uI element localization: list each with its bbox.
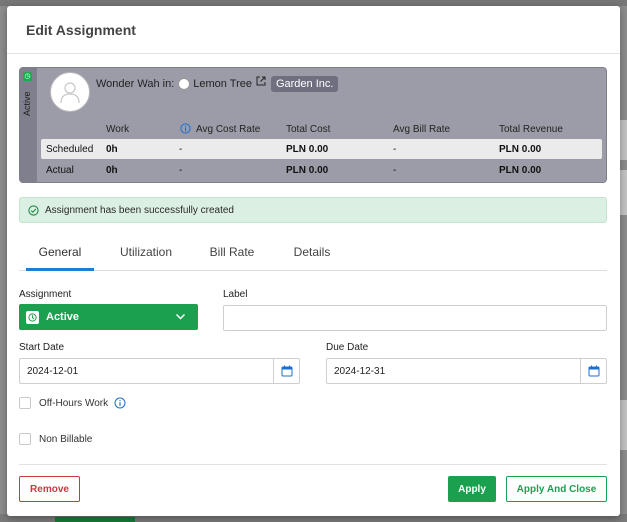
status-label: Active bbox=[22, 91, 32, 117]
remove-button[interactable]: Remove bbox=[19, 476, 80, 502]
row-work: 0h bbox=[106, 144, 118, 155]
off-hours-checkbox[interactable] bbox=[19, 397, 31, 409]
info-icon[interactable] bbox=[114, 397, 126, 409]
project-name[interactable]: Lemon Tree bbox=[193, 78, 252, 90]
client-chip[interactable]: Garden Inc. bbox=[270, 76, 339, 92]
col-avg-bill-rate: Avg Bill Rate bbox=[393, 124, 451, 135]
non-billable-checkbox[interactable] bbox=[19, 433, 31, 445]
off-hours-label: Off-Hours Work bbox=[39, 397, 109, 409]
user-placeholder-icon bbox=[60, 82, 80, 104]
non-billable-label: Non Billable bbox=[39, 433, 93, 445]
external-link-icon[interactable] bbox=[256, 76, 266, 86]
alert-message: Assignment has been successfully created bbox=[45, 204, 234, 216]
tab-details[interactable]: Details bbox=[290, 245, 334, 271]
tab-utilization[interactable]: Utilization bbox=[112, 245, 180, 271]
row-label: Actual bbox=[46, 165, 74, 176]
row-avg-cost-rate: - bbox=[179, 144, 183, 155]
due-date-field[interactable]: 2024-12-31 bbox=[326, 358, 607, 384]
row-label: Scheduled bbox=[46, 144, 94, 155]
due-date-calendar-button[interactable] bbox=[580, 359, 606, 383]
resource-line: Wonder Wah in: Lemon Tree Garden Inc. bbox=[96, 76, 339, 92]
label-field-label: Label bbox=[223, 289, 248, 300]
edit-assignment-modal: Edit Assignment ◷ Active Wonder Wah in: … bbox=[7, 6, 620, 516]
start-date-calendar-button[interactable] bbox=[273, 359, 299, 383]
calendar-icon bbox=[281, 365, 292, 377]
start-date-label: Start Date bbox=[19, 342, 65, 353]
start-date-value: 2024-12-01 bbox=[27, 366, 79, 377]
background-cell bbox=[619, 400, 627, 450]
footer-divider bbox=[19, 464, 607, 465]
off-hours-row: Off-Hours Work bbox=[19, 396, 126, 410]
label-input[interactable] bbox=[223, 305, 607, 331]
info-icon[interactable] bbox=[180, 123, 191, 134]
due-date-label: Due Date bbox=[326, 342, 369, 353]
check-circle-icon bbox=[28, 204, 39, 216]
assignment-status-select[interactable]: Active bbox=[19, 304, 198, 330]
modal-title: Edit Assignment bbox=[7, 6, 620, 54]
tab-bill-rate[interactable]: Bill Rate bbox=[203, 245, 261, 271]
tab-bar: General Utilization Bill Rate Details bbox=[19, 239, 607, 271]
table-row-scheduled: Scheduled 0h - PLN 0.00 - PLN 0.00 bbox=[41, 139, 602, 159]
metrics-header: Work Avg Cost Rate Total Cost Avg Bill R… bbox=[20, 123, 606, 136]
due-date-value: 2024-12-31 bbox=[334, 366, 386, 377]
table-row-actual: Actual 0h - PLN 0.00 - PLN 0.00 bbox=[41, 160, 602, 180]
row-work: 0h bbox=[106, 165, 118, 176]
row-avg-bill-rate: - bbox=[393, 144, 397, 155]
background-cell bbox=[619, 120, 627, 160]
chevron-down-icon bbox=[175, 313, 186, 320]
row-avg-bill-rate: - bbox=[393, 165, 397, 176]
background-chip bbox=[55, 517, 135, 522]
row-total-revenue: PLN 0.00 bbox=[499, 165, 542, 176]
tab-general[interactable]: General bbox=[26, 245, 94, 271]
col-total-cost: Total Cost bbox=[286, 124, 331, 135]
apply-and-close-button[interactable]: Apply And Close bbox=[506, 476, 607, 502]
assignment-summary-card: ◷ Active Wonder Wah in: Lemon Tree Garde… bbox=[19, 67, 607, 183]
row-total-revenue: PLN 0.00 bbox=[499, 144, 542, 155]
row-total-cost: PLN 0.00 bbox=[286, 144, 329, 155]
background-cell bbox=[619, 170, 627, 215]
row-avg-cost-rate: - bbox=[179, 165, 183, 176]
project-dot-icon bbox=[178, 78, 191, 90]
col-total-revenue: Total Revenue bbox=[499, 124, 563, 135]
col-avg-cost-rate: Avg Cost Rate bbox=[196, 124, 261, 135]
start-date-field[interactable]: 2024-12-01 bbox=[19, 358, 300, 384]
assignment-status-value: Active bbox=[46, 311, 80, 323]
status-badge-icon: ◷ bbox=[23, 72, 32, 81]
apply-button[interactable]: Apply bbox=[448, 476, 496, 502]
non-billable-row: Non Billable bbox=[19, 432, 92, 446]
avatar bbox=[50, 72, 90, 112]
resource-name: Wonder Wah in: bbox=[96, 78, 175, 90]
calendar-icon bbox=[588, 365, 599, 377]
row-total-cost: PLN 0.00 bbox=[286, 165, 329, 176]
success-alert: Assignment has been successfully created bbox=[19, 197, 607, 223]
col-work: Work bbox=[106, 124, 130, 135]
assignment-field-label: Assignment bbox=[19, 289, 72, 300]
clock-icon bbox=[26, 310, 39, 324]
